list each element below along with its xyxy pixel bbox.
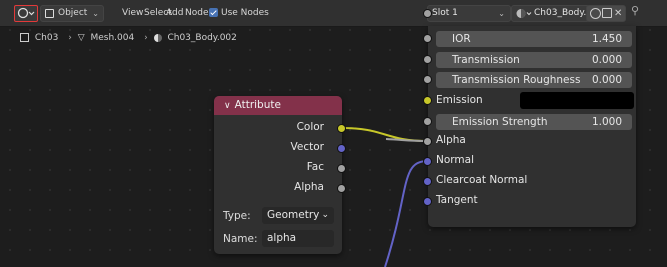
transmission-roughness-label: Transmission Roughness: [452, 74, 581, 86]
emission-strength-value: 1.000: [591, 116, 622, 128]
output-vector-label: Vector: [290, 141, 324, 153]
input-normal-socket[interactable]: [423, 157, 432, 166]
object-mode-icon: [45, 9, 54, 18]
link-color-to-alpha: [341, 127, 429, 142]
transmission-roughness-value: 0.000: [591, 74, 622, 86]
output-vector-socket[interactable]: [337, 144, 346, 153]
type-select[interactable]: Geometry ⌄: [262, 207, 334, 224]
input-alpha-label: Alpha: [436, 134, 466, 146]
ior-label: IOR: [452, 33, 471, 45]
name-label: Name:: [223, 233, 258, 245]
input-clearcoat-normal-socket[interactable]: [423, 177, 432, 186]
chevron-down-icon: ⌄: [92, 9, 99, 18]
emission-color-swatch[interactable]: [520, 92, 634, 109]
input-transmission-socket[interactable]: [423, 55, 432, 64]
menu-node[interactable]: Node: [185, 5, 209, 21]
input-alpha-socket[interactable]: [423, 137, 432, 146]
use-nodes-label: Use Nodes: [221, 8, 269, 18]
transmission-value: 0.000: [591, 54, 622, 66]
input-socket[interactable]: [423, 9, 432, 18]
emission-strength-label: Emission Strength: [452, 116, 548, 128]
ior-field[interactable]: IOR 1.450: [436, 31, 632, 47]
output-color-socket[interactable]: [337, 124, 346, 133]
mode-select-label: Object: [58, 8, 88, 18]
type-label: Type:: [223, 210, 251, 222]
chevron-right-icon: ›: [144, 33, 148, 43]
object-icon: [20, 33, 29, 42]
transmission-field[interactable]: Transmission 0.000: [436, 52, 632, 68]
ior-value: 1.450: [591, 33, 622, 45]
checkbox-icon: [209, 8, 218, 17]
attribute-node-title: Attribute: [234, 99, 281, 111]
input-normal-label: Normal: [436, 154, 474, 166]
material-icon: [153, 33, 162, 42]
breadcrumb-mesh: Mesh.004: [90, 33, 135, 43]
input-tangent-label: Tangent: [436, 194, 478, 206]
mode-select[interactable]: Object ⌄: [40, 5, 104, 22]
slot-label: Slot 1: [432, 8, 458, 18]
material-actions: ✕: [586, 5, 626, 22]
emission-strength-field[interactable]: Emission Strength 1.000: [436, 114, 632, 130]
input-emission-socket[interactable]: [423, 96, 432, 105]
principled-bsdf-node[interactable]: IOR 1.450 Transmission 0.000 Transmissio…: [428, 26, 636, 227]
output-fac-socket[interactable]: [337, 164, 346, 173]
duplicate-icon[interactable]: [602, 8, 612, 18]
breadcrumb-material: Ch03_Body.002: [167, 33, 237, 43]
attribute-node[interactable]: ∨ Attribute Color Vector Fac Alpha Type: …: [214, 96, 346, 254]
emission-label: Emission: [436, 94, 483, 106]
editor-type-button[interactable]: [14, 5, 38, 22]
input-ior-socket[interactable]: [423, 34, 432, 43]
menu-add[interactable]: Add: [166, 5, 183, 21]
transmission-roughness-field[interactable]: Transmission Roughness 0.000: [436, 72, 632, 88]
close-icon[interactable]: ✕: [614, 6, 622, 21]
pin-icon[interactable]: ⚲: [631, 4, 639, 17]
slot-select[interactable]: Slot 1 ⌄: [427, 5, 511, 22]
link-normal: [384, 160, 429, 267]
output-color-label: Color: [296, 121, 324, 133]
material-browse-button[interactable]: Ch03_Body.002: [511, 5, 603, 22]
chevron-down-icon: ⌄: [498, 9, 505, 18]
mesh-icon: ▽: [77, 33, 85, 43]
output-alpha-socket[interactable]: [337, 184, 346, 193]
use-nodes-toggle[interactable]: Use Nodes: [209, 5, 269, 21]
node-editor-icon: [17, 7, 35, 19]
attribute-node-header[interactable]: ∨ Attribute: [214, 96, 342, 115]
material-sphere-icon: [516, 9, 532, 18]
type-value: Geometry: [267, 209, 320, 221]
name-input[interactable]: alpha: [262, 230, 334, 247]
input-clearcoat-normal-label: Clearcoat Normal: [436, 174, 528, 186]
name-value: alpha: [267, 232, 297, 244]
chevron-right-icon: ›: [68, 33, 72, 43]
input-emission-strength-socket[interactable]: [423, 117, 432, 126]
chevron-down-icon: ⌄: [321, 210, 329, 220]
node-editor-header: Object ⌄ View Select Add Node Use Nodes …: [0, 0, 667, 27]
breadcrumb: Ch03 › ▽ Mesh.004 › Ch03_Body.002: [20, 31, 240, 45]
input-tangent-socket[interactable]: [423, 197, 432, 206]
fake-user-icon[interactable]: [590, 8, 601, 19]
menu-view[interactable]: View: [122, 5, 143, 21]
output-fac-label: Fac: [306, 161, 324, 173]
breadcrumb-object: Ch03: [34, 33, 59, 43]
input-transmission-roughness-socket[interactable]: [423, 75, 432, 84]
chevron-down-icon[interactable]: ∨: [224, 101, 231, 111]
transmission-label: Transmission: [452, 54, 520, 66]
output-alpha-label: Alpha: [294, 181, 324, 193]
